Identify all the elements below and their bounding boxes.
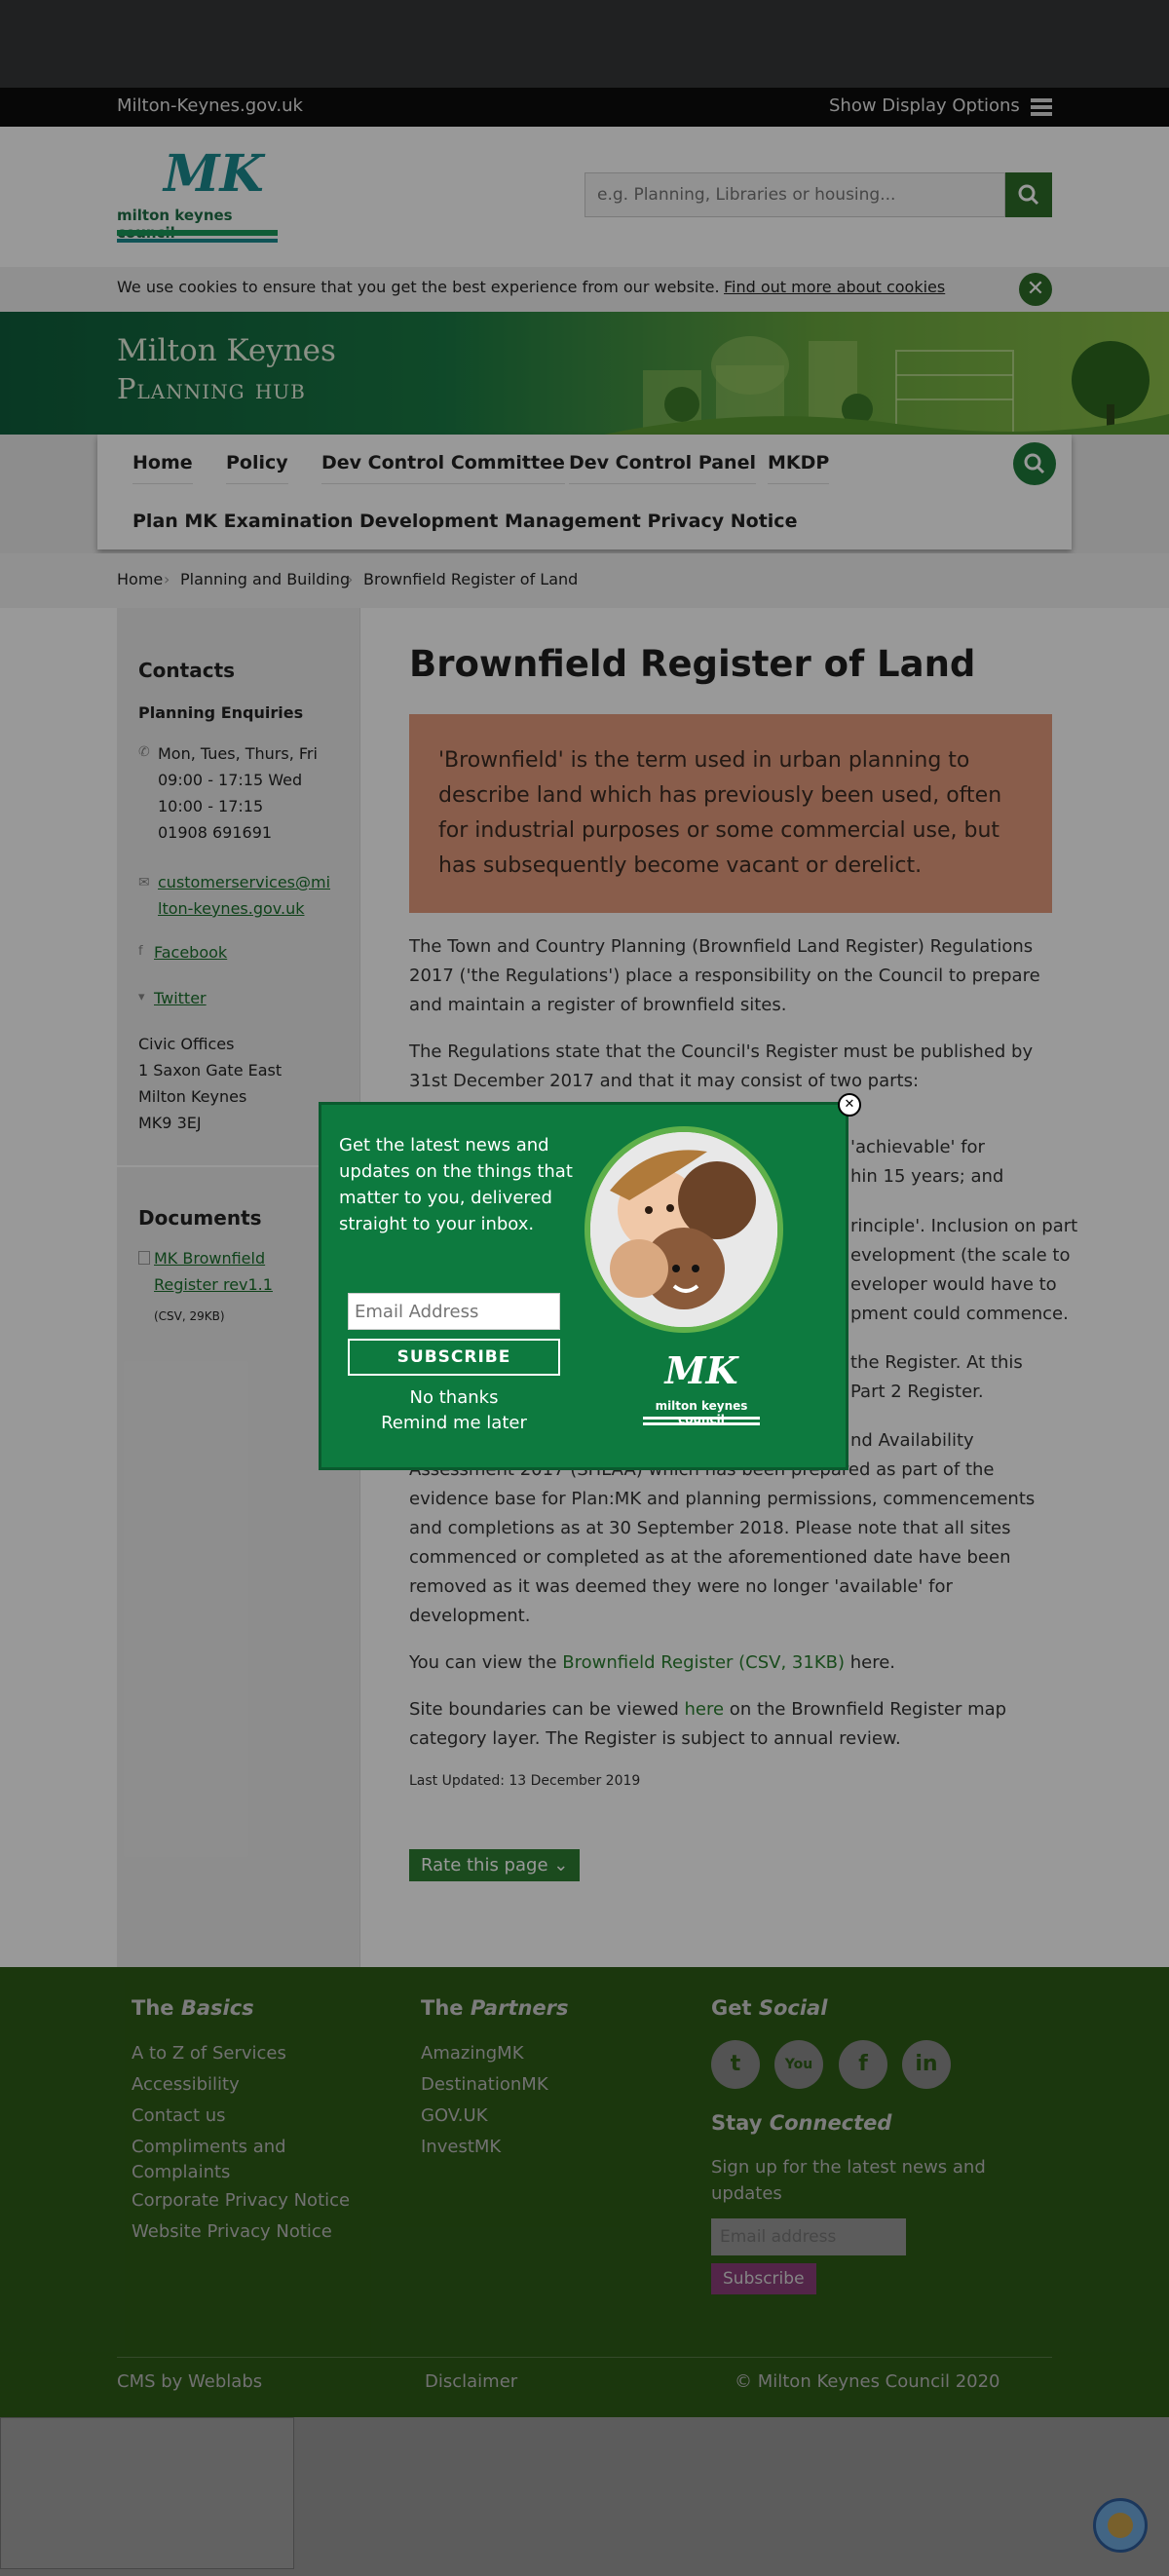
popup-subscribe-button[interactable]: SUBSCRIBE [348, 1339, 560, 1376]
popup-logo-underline [643, 1422, 760, 1425]
children-photo [584, 1126, 783, 1333]
popup-message: Get the latest news and updates on the t… [339, 1135, 573, 1234]
popup-email-input[interactable] [348, 1293, 560, 1330]
remind-later-link[interactable]: Remind me later [348, 1413, 560, 1433]
close-icon[interactable]: ✕ [838, 1093, 861, 1117]
newsletter-popup: ✕ Get the latest news and updates on the… [319, 1093, 861, 1470]
no-thanks-link[interactable]: No thanks [348, 1387, 560, 1408]
popup-logo-underline [643, 1417, 760, 1420]
popup-logo-mark: MK [664, 1348, 738, 1392]
